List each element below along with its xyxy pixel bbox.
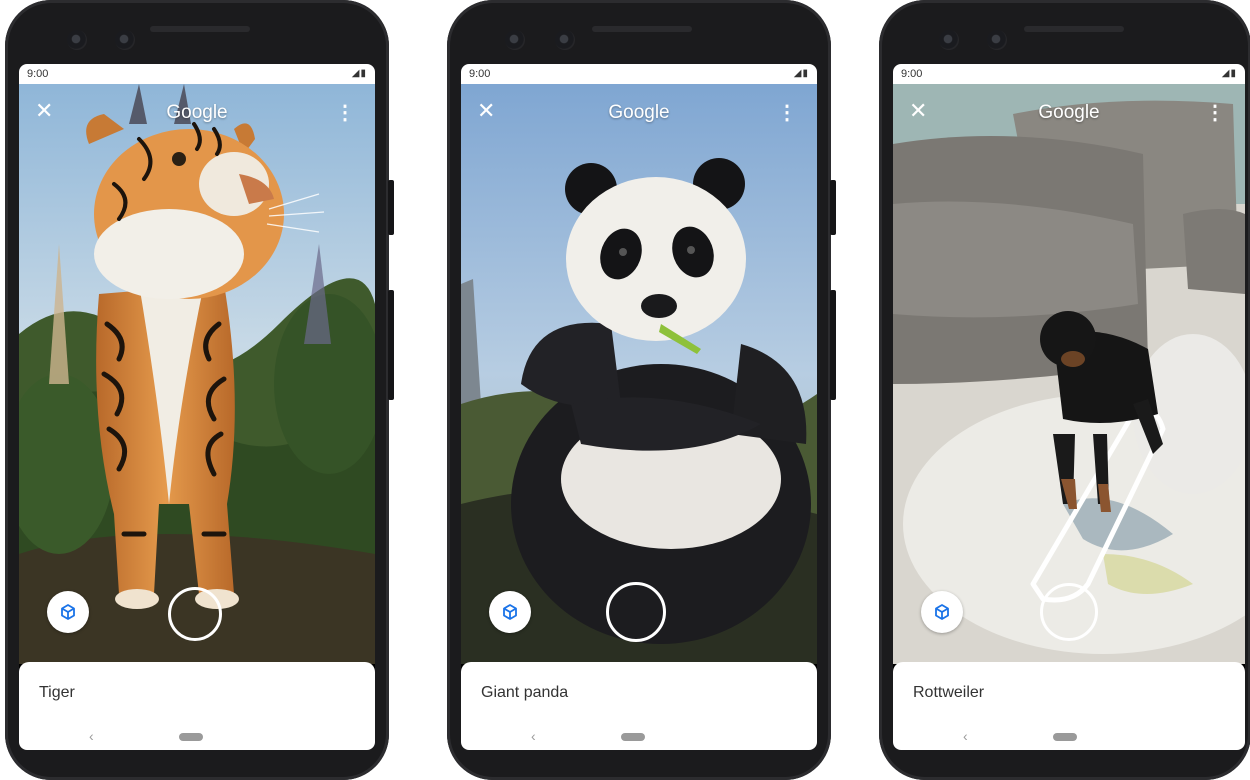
app-title: Google: [166, 102, 228, 123]
phone-tiger: 9:00 ◢▮ ✕ Google ⋮ Tiger ‹: [5, 0, 394, 780]
more-vert-icon[interactable]: ⋮: [777, 100, 797, 125]
power-button: [830, 180, 836, 235]
phone-panda: 9:00 ◢▮ ✕ Google ⋮ Giant panda ‹: [447, 0, 836, 780]
more-vert-icon[interactable]: ⋮: [335, 100, 355, 125]
home-pill[interactable]: [179, 733, 203, 741]
screen: 9:00 ◢▮: [893, 64, 1245, 750]
capture-button[interactable]: [606, 582, 666, 642]
front-camera-icon: [115, 30, 135, 50]
chevron-left-icon[interactable]: ‹: [531, 728, 536, 744]
signal-battery-icon: ◢▮: [793, 68, 809, 79]
screen: 9:00 ◢▮: [19, 64, 375, 750]
ar-camera-view[interactable]: ✕ Google ⋮: [461, 84, 817, 664]
bottom-sheet: Rottweiler ‹: [893, 662, 1245, 750]
capture-button[interactable]: [1040, 583, 1098, 641]
earpiece-speaker: [1024, 26, 1124, 32]
front-camera-icon: [939, 30, 959, 50]
volume-button: [830, 290, 836, 400]
view-3d-button[interactable]: [489, 591, 531, 633]
top-bezel: [5, 0, 389, 66]
app-title: Google: [608, 102, 670, 123]
animal-name: Giant panda: [481, 684, 569, 701]
chevron-left-icon[interactable]: ‹: [963, 728, 968, 744]
status-time: 9:00: [901, 68, 923, 80]
animal-name: Tiger: [39, 684, 75, 701]
status-bar: 9:00 ◢▮: [893, 64, 1245, 84]
volume-button: [388, 290, 394, 400]
home-pill[interactable]: [1053, 733, 1077, 741]
top-bezel: [879, 0, 1250, 66]
screen: 9:00 ◢▮: [461, 64, 817, 750]
chevron-left-icon[interactable]: ‹: [89, 728, 94, 744]
more-vert-icon[interactable]: ⋮: [1205, 100, 1225, 125]
cube-icon: [935, 604, 949, 620]
tiger-3d-model: [19, 84, 375, 664]
bottom-sheet: Giant panda ‹: [461, 662, 817, 750]
earpiece-speaker: [592, 26, 692, 32]
ar-camera-view[interactable]: ✕ Google ⋮: [893, 84, 1245, 664]
capture-button[interactable]: [168, 587, 222, 641]
front-camera-icon: [555, 30, 575, 50]
top-bezel: [447, 0, 831, 66]
status-time: 9:00: [27, 68, 49, 80]
app-title: Google: [1038, 102, 1100, 123]
view-3d-button[interactable]: [921, 591, 963, 633]
signal-battery-icon: ◢▮: [351, 68, 367, 79]
front-camera-icon: [987, 30, 1007, 50]
panda-3d-model: [461, 84, 817, 664]
front-camera-icon: [67, 30, 87, 50]
cube-icon: [503, 604, 517, 620]
rottweiler-3d-model: [893, 84, 1245, 664]
phone-rottweiler: 9:00 ◢▮ ✕ Google ⋮ Rottweiler ‹: [879, 0, 1250, 780]
animal-name: Rottweiler: [913, 684, 985, 701]
signal-battery-icon: ◢▮: [1221, 68, 1237, 79]
front-camera-icon: [505, 30, 525, 50]
status-bar: 9:00 ◢▮: [19, 64, 375, 84]
status-time: 9:00: [469, 68, 491, 80]
cube-icon: [61, 604, 75, 620]
view-3d-button[interactable]: [47, 591, 89, 633]
power-button: [388, 180, 394, 235]
bottom-sheet: Tiger ‹: [19, 662, 375, 750]
earpiece-speaker: [150, 26, 250, 32]
status-bar: 9:00 ◢▮: [461, 64, 817, 84]
ar-camera-view[interactable]: ✕ Google ⋮: [19, 84, 375, 664]
home-pill[interactable]: [621, 733, 645, 741]
